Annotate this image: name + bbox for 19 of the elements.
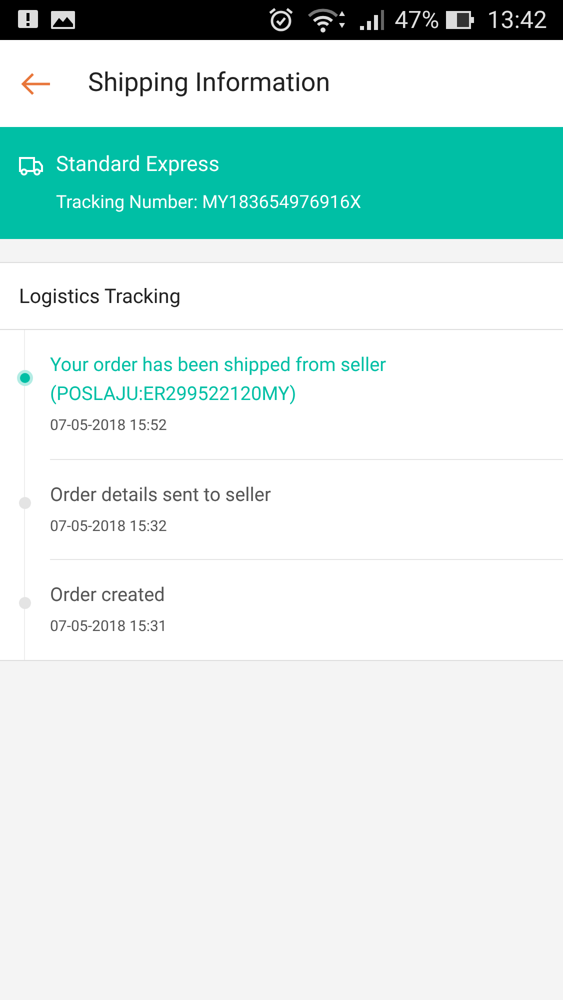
event-time: 07-05-2018 15:32: [50, 516, 168, 536]
tracking-event: Order created: [50, 582, 166, 608]
battery-percentage: 47%: [394, 5, 440, 36]
tracking-event: Your order has been shipped from seller (POSLAJU:ER299522120MY): [50, 352, 388, 407]
shipping-method: Standard Express: [56, 152, 220, 179]
tracking-event: Order details sent to seller: [50, 482, 272, 508]
clock-time: 13:42: [487, 5, 547, 36]
image-icon: [50, 9, 76, 31]
battery-icon: [445, 9, 476, 31]
event-time: 07-05-2018 15:31: [50, 616, 168, 637]
truck-icon: [18, 154, 44, 176]
page-title: Shipping Information: [88, 67, 330, 100]
signal-icon: [358, 8, 385, 32]
alarm-icon: [266, 6, 295, 34]
event-time: 07-05-2018 15:52: [50, 415, 168, 436]
back-arrow-icon: [20, 72, 52, 96]
wifi-icon: [306, 6, 347, 34]
tracking-number: Tracking Number: MY183654976916X: [56, 191, 362, 216]
section-title: Logistics Tracking: [19, 283, 181, 310]
